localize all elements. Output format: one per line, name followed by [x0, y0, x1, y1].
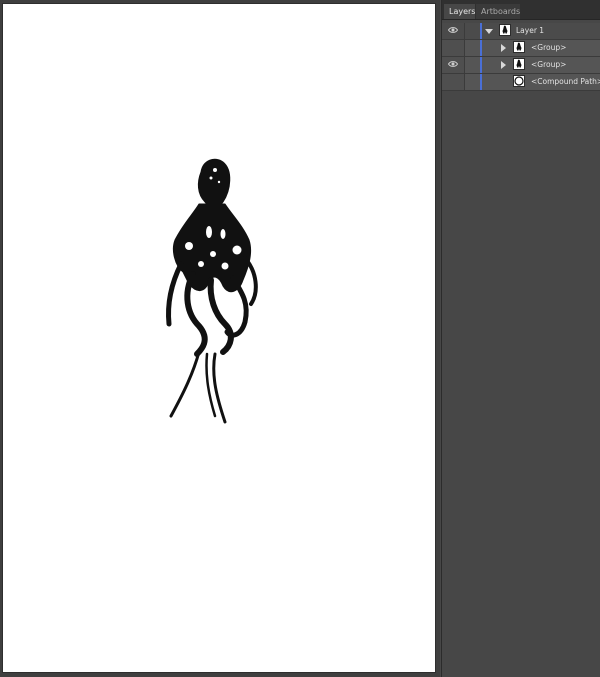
eye-icon[interactable]: [448, 60, 458, 68]
circle-thumbnail-icon: [513, 75, 525, 87]
layer-name[interactable]: <Group>: [531, 58, 566, 72]
layer-list: Layer 1 <Group> <Group> <Compound Path>: [442, 23, 600, 91]
layer-color-bar: [480, 23, 482, 39]
octopus-thumbnail-icon: [513, 58, 525, 70]
layers-panel: Layers Artboards Layer 1 <Group> <Group>…: [441, 0, 600, 677]
lock-column-divider: [464, 74, 465, 90]
collapse-arrow-icon[interactable]: [501, 61, 506, 69]
visibility-column[interactable]: [442, 74, 464, 90]
layer-row-compound-path[interactable]: <Compound Path>: [442, 74, 600, 91]
layer-color-bar: [480, 74, 482, 90]
layer-row-group-1[interactable]: <Group>: [442, 40, 600, 57]
layer-color-bar: [480, 40, 482, 56]
octopus-illustration[interactable]: [153, 154, 273, 434]
layer-row-group-2[interactable]: <Group>: [442, 57, 600, 74]
octopus-thumbnail-icon: [513, 41, 525, 53]
lock-column-divider: [464, 23, 465, 39]
layer-name[interactable]: <Compound Path>: [531, 75, 600, 89]
collapse-arrow-icon[interactable]: [501, 44, 506, 52]
octopus-thumbnail-icon: [499, 24, 511, 36]
layer-name[interactable]: Layer 1: [516, 24, 544, 38]
lock-column-divider: [464, 57, 465, 73]
artboard[interactable]: [3, 4, 435, 672]
eye-icon[interactable]: [448, 26, 458, 34]
layer-color-bar: [480, 57, 482, 73]
tab-artboards[interactable]: Artboards: [476, 4, 520, 19]
lock-column-divider: [464, 40, 465, 56]
tab-layers[interactable]: Layers: [444, 4, 475, 19]
canvas-area[interactable]: [0, 0, 440, 677]
visibility-column[interactable]: [442, 40, 464, 56]
layer-row-layer-1[interactable]: Layer 1: [442, 23, 600, 40]
panel-tab-bar: Layers Artboards: [442, 0, 600, 20]
layer-name[interactable]: <Group>: [531, 41, 566, 55]
expand-arrow-icon[interactable]: [485, 29, 493, 34]
